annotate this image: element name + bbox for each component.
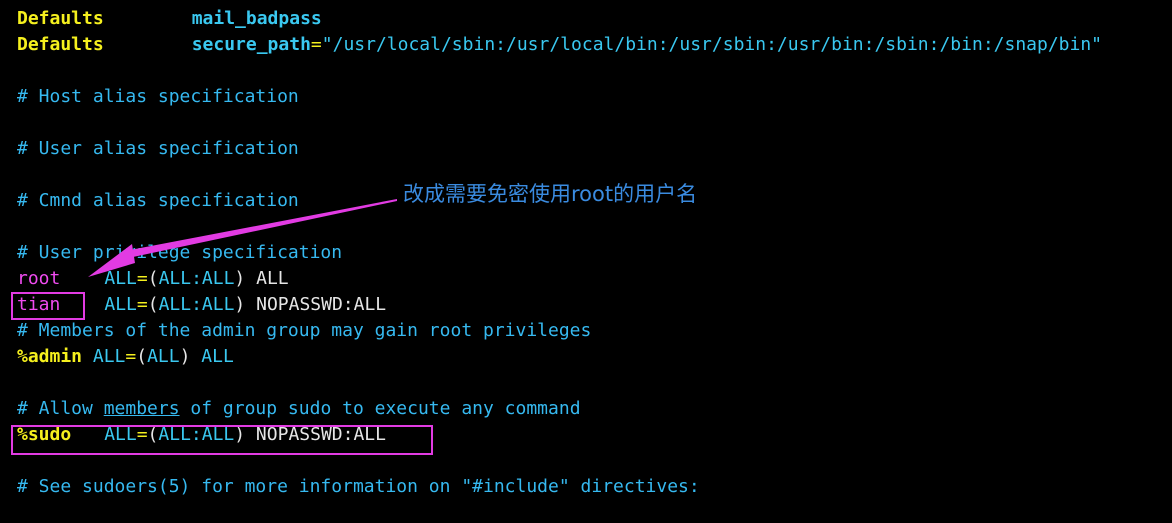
rule-eq: = [136,294,148,315]
allow-suffix: of group sudo to execute any command [179,398,581,419]
rule-eq: = [125,346,137,367]
rule-hosts: ALL [147,346,180,367]
user-alias-comment: # User alias specification [17,138,299,159]
allow-sudo-comment: # Allow members of group sudo to execute… [17,396,581,422]
defaults-value: mail_badpass [191,8,322,29]
rule-command: ALL [190,346,234,367]
rule-open: ( [136,346,148,367]
annotation-label: 改成需要免密使用root的用户名 [403,182,698,206]
root-rule-line: root ALL=(ALL:ALL) ALL [17,266,289,292]
tian-highlight-box [11,292,85,320]
rule-close: ) [179,346,191,367]
sudo-highlight-box [11,425,433,455]
rule-hosts: ALL:ALL [158,268,235,289]
see-sudoers-comment: # See sudoers(5) for more information on… [17,476,700,497]
rule-close: ) [234,294,246,315]
defaults-mail-badpass-line: Defaults mail_badpass [17,6,322,32]
members-link[interactable]: members [104,398,180,419]
defaults-keyword: Defaults [17,8,104,29]
members-admin-comment: # Members of the admin group may gain ro… [17,320,592,341]
admin-rule-line: %admin ALL=(ALL) ALL [17,344,234,370]
admin-group: %admin [17,346,83,367]
defaults-keyword: Defaults [17,34,104,55]
host-alias-comment: # Host alias specification [17,86,299,107]
rule-all: ALL [104,294,137,315]
rule-hosts: ALL:ALL [158,294,235,315]
allow-prefix: # Allow [17,398,104,419]
secure-path-key: secure_path [191,34,311,55]
rule-all: ALL [82,346,126,367]
cmnd-alias-comment: # Cmnd alias specification [17,190,299,211]
text-editor[interactable]: Defaults mail_badpass Defaults secure_path… [0,0,1172,523]
secure-path-value: "/usr/local/sbin:/usr/local/bin:/usr/sbi… [321,34,1103,55]
rule-command: ALL [245,268,289,289]
user-privilege-comment: # User privilege specification [17,242,343,263]
rule-command: NOPASSWD:ALL [245,294,387,315]
rule-open: ( [147,268,159,289]
rule-eq: = [136,268,148,289]
equals-sign: = [310,34,322,55]
root-user: root [17,268,61,289]
defaults-secure-path-line: Defaults secure_path="/usr/local/sbin:/us… [17,32,1102,58]
rule-all: ALL [104,268,137,289]
rule-close: ) [234,268,246,289]
rule-open: ( [147,294,159,315]
